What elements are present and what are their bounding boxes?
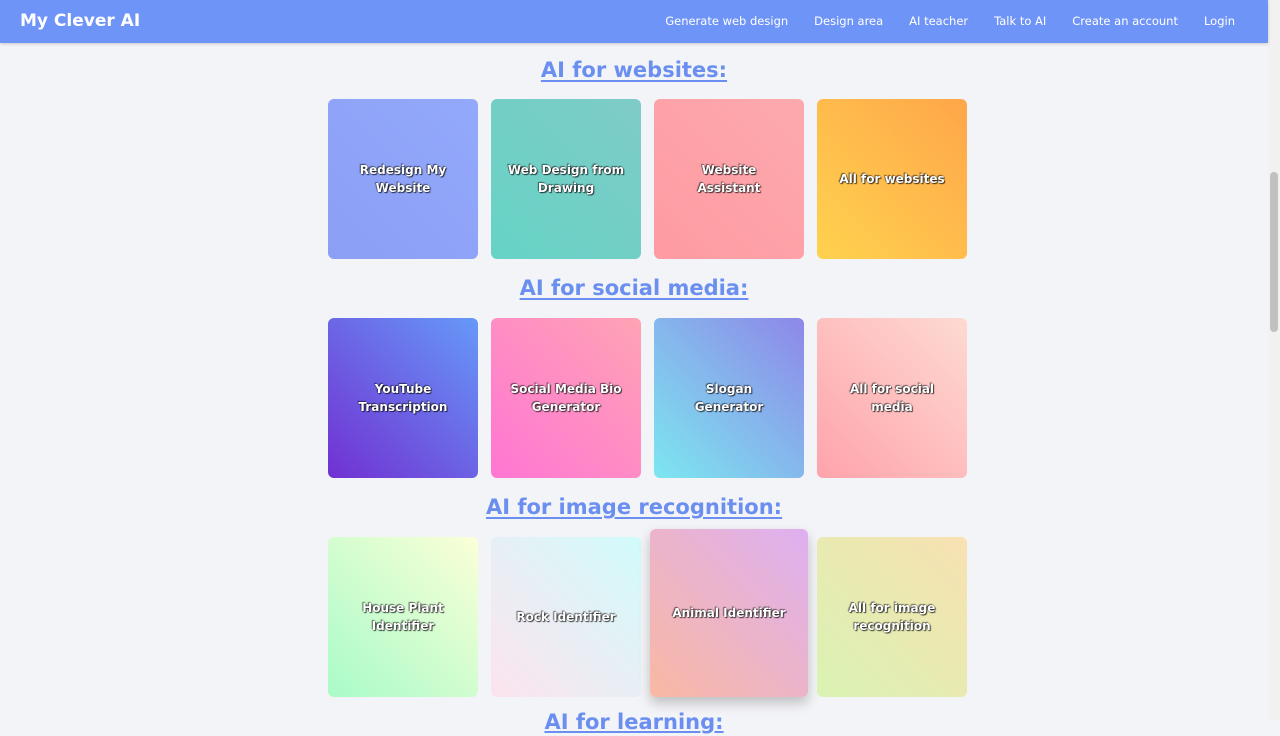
card-youtube-transcription[interactable]: YouTube Transcription [328, 318, 478, 478]
card-social-media-bio-generator[interactable]: Social Media Bio Generator [491, 318, 641, 478]
page-scrollbar[interactable] [1268, 0, 1280, 720]
section-title-image-recognition[interactable]: AI for image recognition: [0, 493, 1268, 521]
card-house-plant-identifier[interactable]: House Plant Identifier [328, 537, 478, 697]
section-title-websites[interactable]: AI for websites: [0, 56, 1268, 84]
card-grid-social-media: YouTube Transcription Social Media Bio G… [328, 318, 967, 478]
card-redesign-my-website[interactable]: Redesign My Website [328, 99, 478, 259]
brand-logo-link[interactable]: My Clever AI [20, 10, 140, 32]
card-grid-image-recognition: House Plant Identifier Rock Identifier A… [328, 529, 967, 697]
nav-link-generate-web-design[interactable]: Generate web design [665, 13, 788, 29]
card-all-for-image-recognition[interactable]: All for image recognition [817, 537, 967, 697]
nav-link-talk-to-ai[interactable]: Talk to AI [994, 13, 1046, 29]
card-rock-identifier[interactable]: Rock Identifier [491, 537, 641, 697]
card-animal-identifier[interactable]: Animal Identifier [650, 529, 808, 697]
card-slogan-generator[interactable]: Slogan Generator [654, 318, 804, 478]
scrollbar-thumb[interactable] [1270, 172, 1278, 332]
card-grid-websites: Redesign My Website Web Design from Draw… [328, 99, 967, 259]
card-all-for-social-media[interactable]: All for social media [817, 318, 967, 478]
nav-link-login[interactable]: Login [1204, 13, 1235, 29]
card-all-for-websites[interactable]: All for websites [817, 99, 967, 259]
top-navbar: My Clever AI Generate web design Design … [0, 0, 1268, 43]
nav-link-design-area[interactable]: Design area [814, 13, 883, 29]
section-title-learning[interactable]: AI for learning: [0, 708, 1268, 736]
nav-links: Generate web design Design area AI teach… [639, 13, 1235, 29]
card-web-design-from-drawing[interactable]: Web Design from Drawing [491, 99, 641, 259]
section-title-social-media[interactable]: AI for social media: [0, 274, 1268, 302]
nav-link-ai-teacher[interactable]: AI teacher [909, 13, 968, 29]
card-website-assistant[interactable]: Website Assistant [654, 99, 804, 259]
nav-link-create-account[interactable]: Create an account [1072, 13, 1178, 29]
